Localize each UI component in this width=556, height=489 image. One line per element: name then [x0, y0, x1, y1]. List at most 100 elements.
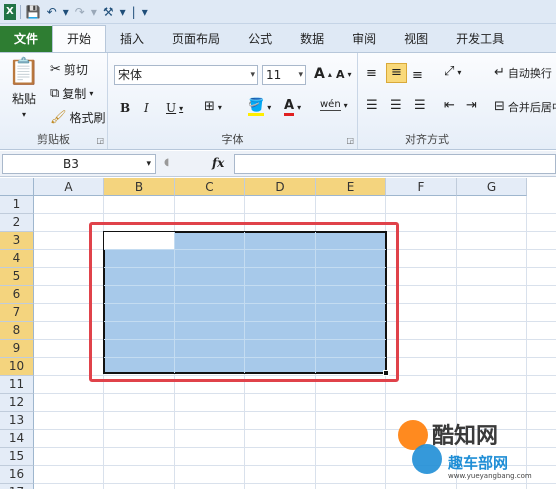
borders-button[interactable]: ⊞ ▾ [204, 100, 222, 114]
undo-icon[interactable]: ↶ [46, 4, 58, 20]
increase-indent-button[interactable]: ⇥ [466, 99, 477, 113]
font-color-icon: A [284, 99, 295, 116]
row-header-9[interactable]: 9 [0, 340, 34, 358]
insert-function-icon[interactable]: fx [212, 156, 224, 170]
text-orientation-icon: ⤢ [444, 64, 455, 79]
watermark: 酷知网 趣车部网 www.yueyangbang.com [398, 414, 554, 486]
name-box[interactable]: B3 ▾ [2, 154, 156, 174]
column-header-e[interactable]: E [316, 178, 386, 196]
orientation-button[interactable]: ⤢ ▾ [444, 65, 461, 79]
fill-color-button[interactable]: 🪣 ▾ [248, 99, 271, 116]
tools-dropdown-icon[interactable]: ▾ [119, 4, 127, 20]
formula-bar-splitter[interactable]: ◖ [164, 157, 169, 168]
dialog-launcher-icon[interactable]: ◲ [96, 136, 104, 145]
redo-dropdown-icon[interactable]: ▾ [90, 4, 98, 20]
align-top-button[interactable]: ≡ [366, 67, 377, 81]
row-header-12[interactable]: 12 [0, 394, 34, 412]
row-header-17[interactable]: 17 [0, 484, 34, 489]
italic-button[interactable]: I [144, 101, 149, 115]
wrap-text-icon: ↵ [494, 65, 505, 80]
row-header-15[interactable]: 15 [0, 448, 34, 466]
watermark-url: www.yueyangbang.com [448, 472, 532, 480]
tab-formulas[interactable]: 公式 [234, 26, 286, 52]
chevron-down-icon: ▾ [21, 110, 26, 119]
redo-icon[interactable]: ↷ [74, 4, 86, 20]
tab-view[interactable]: 视图 [390, 26, 442, 52]
select-all-corner[interactable] [0, 178, 34, 196]
column-header-a[interactable]: A [34, 178, 104, 196]
copy-icon: ⧉ [50, 85, 60, 101]
cut-button[interactable]: ✂ 剪切 [50, 61, 88, 78]
row-header-16[interactable]: 16 [0, 466, 34, 484]
tab-file[interactable]: 文件 [0, 26, 53, 52]
font-size-select[interactable]: 11 ▾ [262, 65, 306, 85]
phonetic-label: wén [320, 99, 341, 111]
shrink-font-label: A [336, 68, 345, 81]
align-bottom-button[interactable]: ≡ [412, 69, 423, 83]
row-header-5[interactable]: 5 [0, 268, 34, 286]
chevron-down-icon: ▾ [298, 70, 303, 80]
align-middle-button[interactable]: ≡ [386, 63, 407, 83]
row-header-3[interactable]: 3 [0, 232, 34, 250]
align-right-button[interactable]: ☰ [414, 99, 426, 113]
row-gridline [34, 411, 556, 412]
decrease-indent-button[interactable]: ⇤ [444, 99, 455, 113]
row-header-11[interactable]: 11 [0, 376, 34, 394]
tab-insert[interactable]: 插入 [106, 26, 158, 52]
wrap-text-button[interactable]: ↵ 自动换行 [494, 65, 552, 81]
underline-label: U [166, 101, 177, 115]
clipboard-group-title: 剪贴板 [37, 133, 70, 146]
row-header-14[interactable]: 14 [0, 430, 34, 448]
merge-center-button[interactable]: ⊟ 合并后居中 [494, 99, 556, 115]
customize-toolbar-icon[interactable]: ▾ [141, 4, 149, 20]
row-header-13[interactable]: 13 [0, 412, 34, 430]
formula-input[interactable] [234, 154, 556, 174]
format-painter-button[interactable]: 🖌 格式刷 [50, 109, 106, 126]
row-header-6[interactable]: 6 [0, 286, 34, 304]
tab-review[interactable]: 审阅 [338, 26, 390, 52]
tab-home[interactable]: 开始 [52, 25, 107, 52]
ribbon-tabs: 文件 开始 插入 页面布局 公式 数据 审阅 视图 开发工具 [0, 24, 556, 52]
ribbon-home: 📋 粘贴 ▾ ✂ 剪切 ⧉ 复制 ▾ 🖌 格式刷 剪贴板 ◲ 宋体 ▾ 11 ▾ [0, 52, 556, 150]
tab-page-layout[interactable]: 页面布局 [158, 26, 234, 52]
bold-button[interactable]: B [120, 101, 130, 115]
row-header-1[interactable]: 1 [0, 196, 34, 214]
tab-data[interactable]: 数据 [286, 26, 338, 52]
column-header-c[interactable]: C [175, 178, 245, 196]
tools-icon[interactable]: ⚒ [102, 4, 115, 20]
shrink-font-button[interactable]: A ▾ [336, 68, 352, 81]
undo-dropdown-icon[interactable]: ▾ [62, 4, 70, 20]
toolbar-separator-icon: | [131, 4, 136, 19]
column-header-d[interactable]: D [245, 178, 316, 196]
column-header-b[interactable]: B [104, 178, 175, 196]
copy-button[interactable]: ⧉ 复制 ▾ [50, 85, 93, 102]
font-color-button[interactable]: A ▾ [284, 99, 301, 116]
row-header-4[interactable]: 4 [0, 250, 34, 268]
alignment-group-title: 对齐方式 [405, 133, 449, 146]
column-header-g[interactable]: G [457, 178, 527, 196]
chevron-down-icon: ▾ [457, 67, 462, 77]
row-header-10[interactable]: 10 [0, 358, 34, 376]
paste-button[interactable]: 📋 粘贴 ▾ [6, 57, 42, 119]
font-group-title: 字体 [221, 133, 244, 146]
font-name-select[interactable]: 宋体 ▾ [114, 65, 258, 85]
phonetic-button[interactable]: wén ▾ [320, 99, 348, 111]
save-icon[interactable]: 💾 [25, 4, 42, 20]
worksheet-grid[interactable]: ABCDEFG 1234567891011121314151617 酷知网 趣车… [0, 178, 556, 489]
font-group: 宋体 ▾ 11 ▾ A ▴ A ▾ B I U ▾ ⊞ ▾ 🪣 ▾ A ▾ wé… [108, 53, 358, 149]
row-header-7[interactable]: 7 [0, 304, 34, 322]
underline-button[interactable]: U ▾ [166, 101, 183, 115]
align-left-button[interactable]: ☰ [366, 99, 378, 113]
row-header-2[interactable]: 2 [0, 214, 34, 232]
grow-font-button[interactable]: A ▴ [314, 66, 332, 82]
align-center-button[interactable]: ☰ [390, 99, 402, 113]
dialog-launcher-icon[interactable]: ◲ [346, 136, 354, 145]
row-header-8[interactable]: 8 [0, 322, 34, 340]
cut-label: 剪切 [63, 63, 88, 77]
column-header-f[interactable]: F [386, 178, 457, 196]
font-size-value: 11 [266, 68, 282, 82]
alignment-group: ≡ ≡ ≡ ⤢ ▾ ↵ 自动换行 ☰ ☰ ☰ ⇤ ⇥ ⊟ 合并后居中 对齐方式 [358, 53, 556, 149]
align-left-icon: ☰ [366, 98, 378, 113]
tab-developer[interactable]: 开发工具 [442, 26, 518, 52]
grow-font-label: A [314, 66, 325, 82]
